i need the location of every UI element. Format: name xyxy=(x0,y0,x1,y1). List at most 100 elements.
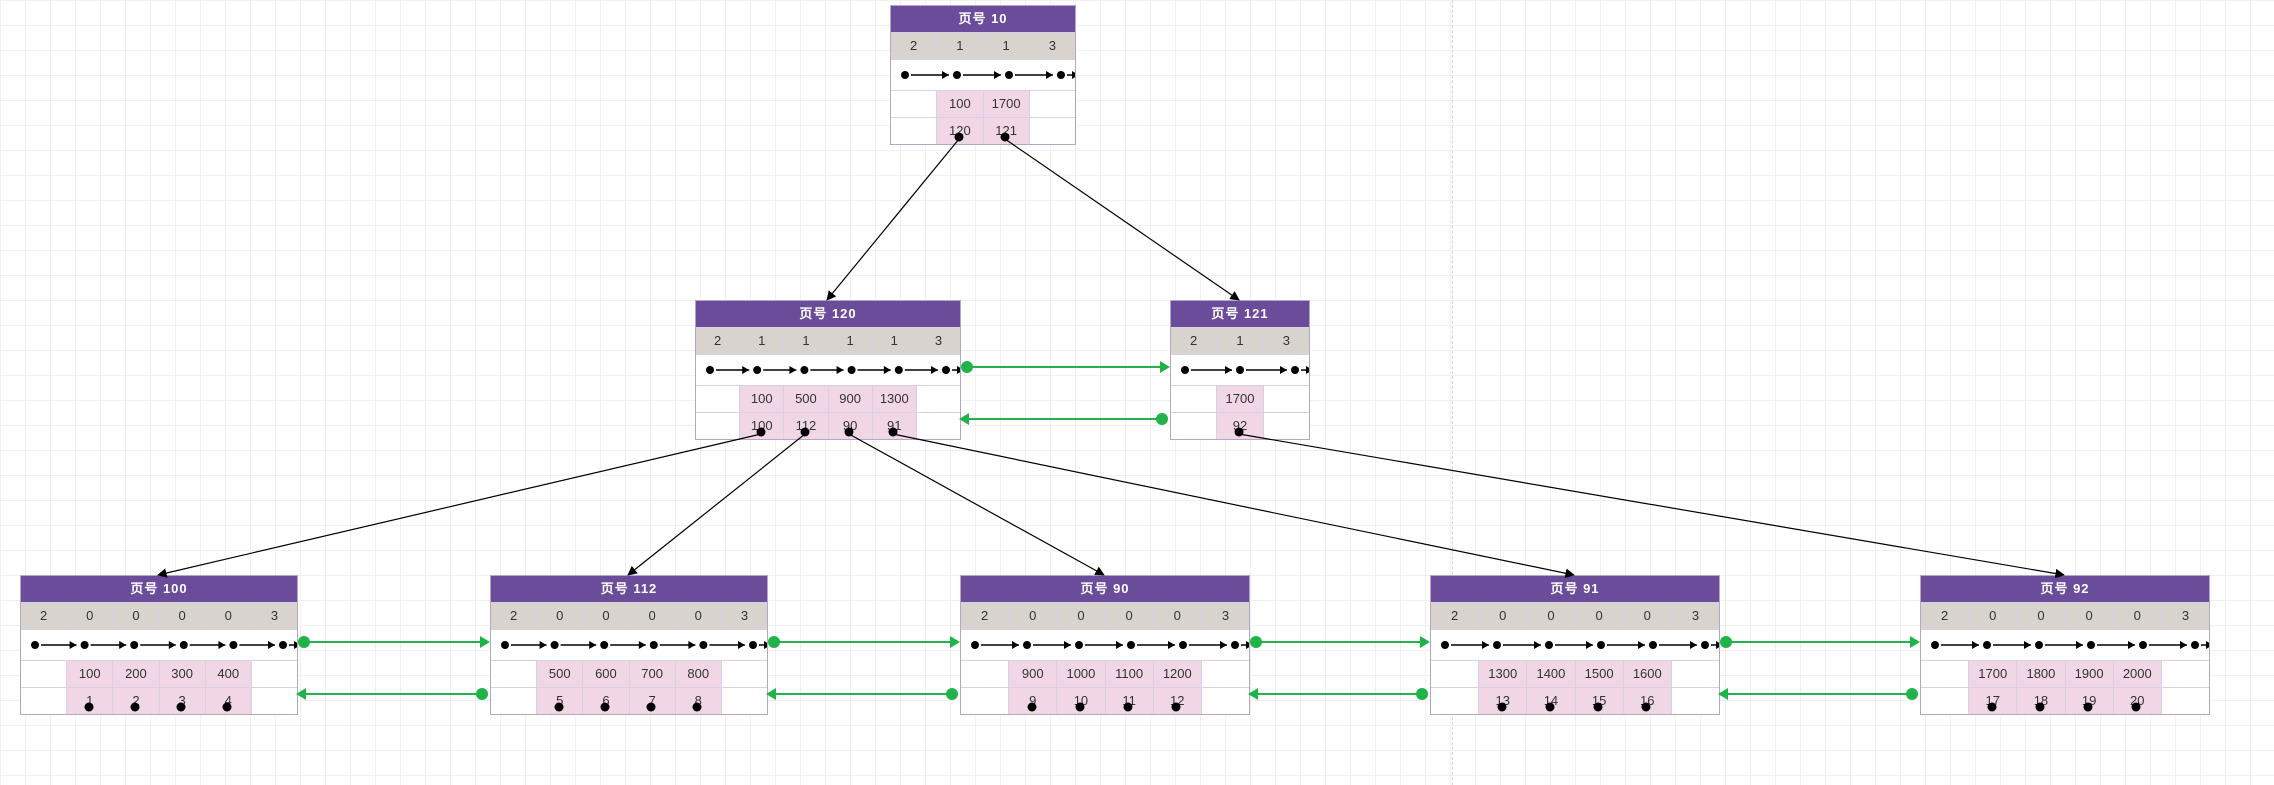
pointer-cell xyxy=(252,687,297,714)
type-cell: 0 xyxy=(206,602,252,629)
btree-node-120: 页号 12021111310050090013001001129091 xyxy=(695,300,961,440)
sibling-dot-icon xyxy=(1416,688,1428,700)
chain-row xyxy=(696,354,960,385)
pointer-dot-icon xyxy=(1076,703,1085,712)
type-cell: 3 xyxy=(1672,602,1719,629)
type-cell: 0 xyxy=(537,602,583,629)
pointer-dot-icon xyxy=(177,703,186,712)
sibling-dot-icon xyxy=(1156,413,1168,425)
pointer-dot-icon xyxy=(1028,703,1037,712)
chain-row xyxy=(491,629,767,660)
sibling-link xyxy=(1256,641,1422,643)
type-cell: 3 xyxy=(722,602,767,629)
pointer-cell xyxy=(21,687,67,714)
key-cell: 1300 xyxy=(873,385,917,412)
pointer-dot-icon xyxy=(1546,703,1555,712)
type-cell: 2 xyxy=(891,32,937,59)
types-row: 200003 xyxy=(21,602,297,629)
pointer-dot-icon xyxy=(1594,703,1603,712)
type-cell: 2 xyxy=(491,602,537,629)
type-cell: 0 xyxy=(630,602,676,629)
pointer-dot-icon xyxy=(223,703,232,712)
pointer-dot-icon xyxy=(1001,133,1010,142)
sibling-dot-icon xyxy=(1720,636,1732,648)
type-cell: 2 xyxy=(21,602,67,629)
types-row: 200003 xyxy=(961,602,1249,629)
sibling-link xyxy=(304,641,482,643)
sibling-link xyxy=(1256,693,1422,695)
pointer-cell xyxy=(917,412,960,439)
type-cell: 0 xyxy=(1154,602,1202,629)
pointers-row: 13141516 xyxy=(1431,687,1719,714)
pointer-cell xyxy=(2162,687,2209,714)
pointer-dot-icon xyxy=(2084,703,2093,712)
type-cell: 2 xyxy=(1921,602,1969,629)
pointer-dot-icon xyxy=(955,133,964,142)
key-cell: 300 xyxy=(160,660,206,687)
pointer-dot-icon xyxy=(889,428,898,437)
pointer-dot-icon xyxy=(2132,703,2141,712)
key-cell xyxy=(961,660,1009,687)
key-cell: 1400 xyxy=(1527,660,1575,687)
sibling-link xyxy=(967,418,1162,420)
type-cell: 0 xyxy=(2066,602,2114,629)
key-cell: 1600 xyxy=(1624,660,1672,687)
type-cell: 1 xyxy=(873,327,917,354)
sibling-dot-icon xyxy=(1250,636,1262,648)
pointer-cell xyxy=(1202,687,1249,714)
key-cell xyxy=(1030,90,1075,117)
sibling-link xyxy=(304,693,482,695)
type-cell: 0 xyxy=(2114,602,2162,629)
key-cell: 700 xyxy=(630,660,676,687)
arrow-head-icon xyxy=(1420,636,1430,648)
pointer-cell xyxy=(491,687,537,714)
pointer-cell xyxy=(961,687,1009,714)
node-title: 页号 112 xyxy=(491,576,767,602)
chain-row xyxy=(961,629,1249,660)
type-cell: 3 xyxy=(1030,32,1075,59)
sibling-dot-icon xyxy=(476,688,488,700)
key-cell: 600 xyxy=(583,660,629,687)
type-cell: 2 xyxy=(1171,327,1217,354)
type-cell: 0 xyxy=(1057,602,1105,629)
key-cell: 1100 xyxy=(1106,660,1154,687)
types-row: 200003 xyxy=(1921,602,2209,629)
btree-node-90: 页号 902000039001000110012009101112 xyxy=(960,575,1250,715)
sibling-dot-icon xyxy=(298,636,310,648)
type-cell: 0 xyxy=(676,602,722,629)
btree-node-92: 页号 92200003170018001900200017181920 xyxy=(1920,575,2210,715)
type-cell: 3 xyxy=(917,327,960,354)
key-cell: 100 xyxy=(937,90,983,117)
pointer-cell xyxy=(722,687,767,714)
pointer-dot-icon xyxy=(693,703,702,712)
type-cell: 3 xyxy=(1202,602,1249,629)
key-cell xyxy=(917,385,960,412)
node-title: 页号 91 xyxy=(1431,576,1719,602)
types-row: 200003 xyxy=(1431,602,1719,629)
pointer-dot-icon xyxy=(1498,703,1507,712)
sibling-dot-icon xyxy=(961,361,973,373)
keys-row: 900100011001200 xyxy=(961,660,1249,687)
node-title: 页号 90 xyxy=(961,576,1249,602)
arrow-head-icon xyxy=(296,688,306,700)
key-cell: 1800 xyxy=(2017,660,2065,687)
type-cell: 0 xyxy=(1624,602,1672,629)
key-cell: 1700 xyxy=(984,90,1030,117)
key-cell: 1200 xyxy=(1154,660,1202,687)
sibling-dot-icon xyxy=(946,688,958,700)
sibling-link xyxy=(1726,693,1912,695)
key-cell: 500 xyxy=(537,660,583,687)
key-cell: 400 xyxy=(206,660,252,687)
arrow-head-icon xyxy=(1160,361,1170,373)
key-cell xyxy=(491,660,537,687)
node-title: 页号 10 xyxy=(891,6,1075,32)
chain-row xyxy=(21,629,297,660)
type-cell: 2 xyxy=(1431,602,1479,629)
chain-row xyxy=(1431,629,1719,660)
type-cell: 0 xyxy=(1479,602,1527,629)
keys-row: 1001700 xyxy=(891,90,1075,117)
type-cell: 3 xyxy=(1264,327,1309,354)
pointer-dot-icon xyxy=(647,703,656,712)
keys-row: 1300140015001600 xyxy=(1431,660,1719,687)
type-cell: 2 xyxy=(961,602,1009,629)
